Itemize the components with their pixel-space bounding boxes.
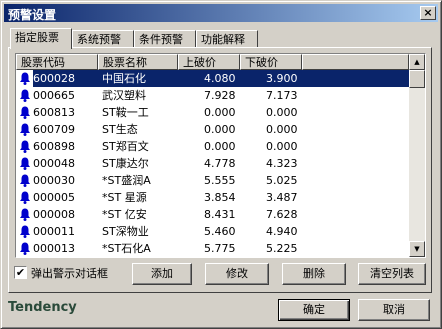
bell-icon — [20, 157, 30, 170]
bell-icon — [20, 140, 30, 153]
cell-stock-name: *ST 亿安 — [102, 208, 147, 221]
cell-stock-code: 000048 — [33, 157, 75, 170]
table-row[interactable]: 600709 ST生态 0.000 0.000 — [16, 121, 409, 138]
cell-lower-price: 0.000 — [266, 140, 298, 153]
column-header-upper[interactable]: 上破价 — [178, 54, 240, 70]
cell-upper-price: 8.431 — [204, 208, 236, 221]
cell-lower-price: 7.173 — [266, 89, 298, 102]
table-row[interactable]: 000665 武汉塑料 7.928 7.173 — [16, 87, 409, 104]
cell-stock-code: 000011 — [33, 225, 75, 238]
cell-stock-name: 中国石化 — [102, 72, 146, 85]
check-icon: ✔ — [15, 266, 26, 279]
cell-upper-price: 4.080 — [204, 72, 236, 85]
table-row[interactable]: 600813 ST鞍一工 0.000 0.000 — [16, 104, 409, 121]
cell-stock-code: 000008 — [33, 208, 75, 221]
list-header: 股票代码 股票名称 上破价 下破价 — [16, 54, 409, 70]
cell-upper-price: 3.854 — [204, 191, 236, 204]
cell-stock-name: *ST盛润A — [102, 174, 151, 187]
cell-stock-name: ST生态 — [102, 123, 138, 136]
popup-alert-label: 弹出警示对话框 — [31, 267, 108, 280]
column-header-code[interactable]: 股票代码 — [16, 54, 98, 70]
cell-lower-price: 5.225 — [266, 242, 298, 255]
close-button[interactable]: × — [420, 6, 436, 20]
cell-lower-price: 7.628 — [266, 208, 298, 221]
tab-condition-alerts[interactable]: 条件预警 — [134, 30, 196, 47]
scroll-thumb[interactable] — [409, 70, 425, 88]
popup-alert-checkbox[interactable]: ✔ — [14, 266, 27, 279]
cell-lower-price: 5.025 — [266, 174, 298, 187]
bell-icon — [20, 174, 30, 187]
cell-stock-code: 600813 — [33, 106, 75, 119]
tab-system-alerts[interactable]: 系统预警 — [72, 30, 134, 47]
bell-icon — [20, 191, 30, 204]
delete-button[interactable]: 删除 — [282, 263, 346, 285]
add-button[interactable]: 添加 — [132, 263, 192, 285]
cell-stock-code: 000013 — [33, 242, 75, 255]
table-row[interactable]: 000030 *ST盛润A 5.555 5.025 — [16, 172, 409, 189]
cell-lower-price: 0.000 — [266, 106, 298, 119]
table-row[interactable]: 600028 中国石化 4.080 3.900 — [16, 70, 409, 87]
cell-stock-code: 600709 — [33, 123, 75, 136]
cell-stock-name: *ST 星源 — [102, 191, 147, 204]
bell-icon — [20, 208, 30, 221]
cell-stock-code: 600028 — [33, 72, 75, 85]
cell-upper-price: 0.000 — [204, 106, 236, 119]
bell-icon — [20, 225, 30, 238]
brand-label: Tendency — [8, 300, 77, 315]
window-title: 预警设置 — [8, 8, 57, 22]
cell-upper-price: 5.555 — [204, 174, 236, 187]
column-header-lower[interactable]: 下破价 — [240, 54, 302, 70]
cell-lower-price: 0.000 — [266, 123, 298, 136]
table-row[interactable]: 000013 *ST石化A 5.775 5.225 — [16, 240, 409, 257]
column-header-filler — [302, 54, 409, 70]
table-row[interactable]: 000048 ST康达尔 4.778 4.323 — [16, 155, 409, 172]
tab-feature-explanation[interactable]: 功能解释 — [196, 30, 258, 47]
arrow-up-icon: ▲ — [414, 58, 420, 66]
scroll-up-button[interactable]: ▲ — [409, 54, 425, 70]
cell-upper-price: 7.928 — [204, 89, 236, 102]
cell-upper-price: 4.778 — [204, 157, 236, 170]
cell-stock-name: ST郑百文 — [102, 140, 149, 153]
cell-stock-code: 600898 — [33, 140, 75, 153]
edit-button[interactable]: 修改 — [205, 263, 269, 285]
cell-stock-code: 000665 — [33, 89, 75, 102]
cell-upper-price: 5.775 — [204, 242, 236, 255]
bell-icon — [20, 89, 30, 102]
table-row[interactable]: 600898 ST郑百文 0.000 0.000 — [16, 138, 409, 155]
column-header-name[interactable]: 股票名称 — [98, 54, 178, 70]
bell-icon — [20, 72, 30, 85]
cell-upper-price: 0.000 — [204, 123, 236, 136]
bell-icon — [20, 242, 30, 255]
table-row[interactable]: 000008 *ST 亿安 8.431 7.628 — [16, 206, 409, 223]
title-bar: 预警设置 × — [4, 4, 438, 22]
vertical-scrollbar[interactable]: ▲ ▼ — [409, 54, 425, 257]
bell-icon — [20, 123, 30, 136]
cell-stock-name: ST康达尔 — [102, 157, 149, 170]
cell-stock-name: ST鞍一工 — [102, 106, 149, 119]
cell-stock-name: ST深物业 — [102, 225, 149, 238]
table-row[interactable]: 000005 *ST 星源 3.854 3.487 — [16, 189, 409, 206]
cell-upper-price: 0.000 — [204, 140, 236, 153]
arrow-down-icon: ▼ — [414, 245, 420, 253]
cell-stock-code: 000005 — [33, 191, 75, 204]
cell-lower-price: 3.900 — [266, 72, 298, 85]
cell-upper-price: 5.460 — [204, 225, 236, 238]
ok-button[interactable]: 确定 — [278, 299, 350, 321]
tab-specified-stocks[interactable]: 指定股票 — [10, 28, 72, 49]
table-row[interactable]: 000011 ST深物业 5.460 4.940 — [16, 223, 409, 240]
cancel-button[interactable]: 取消 — [358, 299, 430, 321]
cell-lower-price: 3.487 — [266, 191, 298, 204]
scroll-down-button[interactable]: ▼ — [409, 241, 425, 257]
cell-lower-price: 4.940 — [266, 225, 298, 238]
bell-icon — [20, 106, 30, 119]
clear-list-button[interactable]: 清空列表 — [358, 263, 426, 285]
cell-lower-price: 4.323 — [266, 157, 298, 170]
cell-stock-name: 武汉塑料 — [102, 89, 146, 102]
stock-alert-list[interactable]: 股票代码 股票名称 上破价 下破价 600028 中国石化 4.080 3.900 00… — [15, 53, 426, 258]
cell-stock-name: *ST石化A — [102, 242, 151, 255]
cell-stock-code: 000030 — [33, 174, 75, 187]
